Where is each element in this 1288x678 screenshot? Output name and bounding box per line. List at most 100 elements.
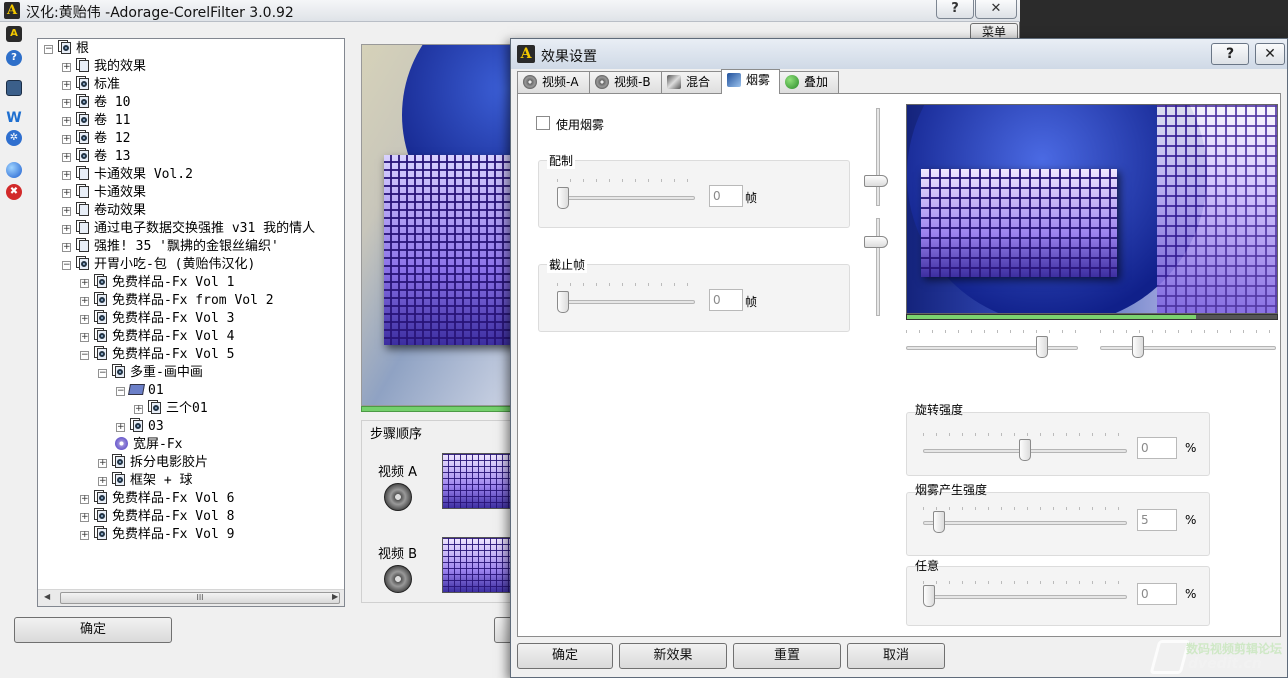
- expand-icon[interactable]: +: [62, 153, 71, 162]
- expand-icon[interactable]: +: [62, 81, 71, 90]
- dialog-help-button[interactable]: ?: [1211, 43, 1249, 65]
- tab-mix[interactable]: 混合: [661, 71, 722, 93]
- random-slider-thumb[interactable]: [923, 585, 935, 607]
- tree-item[interactable]: − 01: [116, 382, 164, 400]
- config-value-field[interactable]: 0: [709, 185, 743, 207]
- smoke-strength-slider-thumb[interactable]: [932, 511, 945, 533]
- tree-item[interactable]: − 开胃小吃-包 (黄贻伟汉化): [62, 256, 255, 274]
- expand-icon[interactable]: +: [80, 495, 89, 504]
- expand-icon[interactable]: +: [80, 279, 89, 288]
- expand-icon[interactable]: +: [80, 315, 89, 324]
- expand-icon[interactable]: +: [98, 477, 107, 486]
- rotation-value-field[interactable]: 0: [1137, 437, 1177, 459]
- tree-item[interactable]: + 免费样品-Fx Vol 1: [80, 274, 234, 292]
- tree-item[interactable]: + 卷动效果: [62, 202, 146, 220]
- expand-icon[interactable]: +: [62, 207, 71, 216]
- collapse-icon[interactable]: −: [80, 351, 89, 360]
- collapse-icon[interactable]: −: [116, 387, 125, 396]
- dialog-ok-button[interactable]: 确定: [517, 643, 613, 669]
- preview-slider-right-thumb[interactable]: [1132, 336, 1144, 358]
- expand-icon[interactable]: +: [116, 423, 125, 432]
- expand-icon[interactable]: +: [62, 243, 71, 252]
- reset-button[interactable]: 重置: [733, 643, 841, 669]
- tree-item[interactable]: + 卷 13: [62, 148, 130, 166]
- tree-item[interactable]: + 标准: [62, 76, 120, 94]
- random-value-field[interactable]: 0: [1137, 583, 1177, 605]
- help-icon[interactable]: ?: [6, 50, 22, 66]
- tree-item[interactable]: + 我的效果: [62, 58, 146, 76]
- tree-item[interactable]: + 通过电子数据交换强推 v31 我的情人: [62, 220, 315, 238]
- rotation-slider-thumb[interactable]: [1019, 439, 1031, 461]
- expand-icon[interactable]: +: [62, 189, 71, 198]
- main-help-button[interactable]: ?: [936, 0, 974, 19]
- random-slider-track[interactable]: [923, 595, 1127, 599]
- expand-icon[interactable]: +: [80, 333, 89, 342]
- cutoff-slider-thumb[interactable]: [557, 291, 569, 313]
- tree-item[interactable]: + 拆分电影胶片: [98, 454, 208, 472]
- expand-icon[interactable]: +: [98, 459, 107, 468]
- app-icon[interactable]: A: [6, 26, 22, 42]
- expand-icon[interactable]: +: [62, 171, 71, 180]
- use-smoke-checkbox[interactable]: [536, 116, 550, 130]
- vertical-slider-top-track[interactable]: [876, 108, 880, 206]
- scroll-left-icon[interactable]: ◀: [44, 592, 50, 601]
- vertical-slider-bottom-thumb[interactable]: [864, 236, 888, 248]
- tree-item[interactable]: − 多重-画中画: [98, 364, 203, 382]
- preview-slider-left-track[interactable]: [906, 346, 1078, 350]
- cutoff-value-field[interactable]: 0: [709, 289, 743, 311]
- new-effect-button[interactable]: 新效果: [619, 643, 727, 669]
- config-slider-track[interactable]: [557, 196, 695, 200]
- expand-icon[interactable]: +: [62, 135, 71, 144]
- cancel-button[interactable]: 取消: [847, 643, 945, 669]
- tree-item[interactable]: +03: [116, 418, 164, 436]
- tree-item[interactable]: + 卷 12: [62, 130, 130, 148]
- smoke-strength-slider-track[interactable]: [923, 521, 1127, 525]
- tree-item[interactable]: + 框架 + 球: [98, 472, 192, 490]
- tree-item[interactable]: 宽屏-Fx: [98, 436, 182, 454]
- expand-icon[interactable]: +: [80, 531, 89, 540]
- monitor-icon[interactable]: [6, 80, 22, 96]
- tab-smoke[interactable]: 烟雾: [721, 69, 780, 94]
- tree-item[interactable]: + 卡通效果 Vol.2: [62, 166, 193, 184]
- tree-item[interactable]: + 强推! 35 '飘拂的金银丝编织': [62, 238, 279, 256]
- tree-item[interactable]: + 卡通效果: [62, 184, 146, 202]
- scroll-right-icon[interactable]: ▶: [332, 592, 338, 601]
- scroll-thumb[interactable]: III: [60, 592, 340, 604]
- tree-item[interactable]: + 卷 11: [62, 112, 130, 130]
- expand-icon[interactable]: +: [62, 225, 71, 234]
- effects-tree[interactable]: − 根 + 我的效果 + 标准 + 卷 10 + 卷 11 + 卷 12 + 卷 13 + 卡通效果 Vol…: [37, 38, 345, 607]
- tree-horizontal-scrollbar[interactable]: ◀ III ▶: [38, 589, 344, 606]
- tree-item[interactable]: + 免费样品-Fx Vol 9: [80, 526, 234, 544]
- tree-item[interactable]: + 卷 10: [62, 94, 130, 112]
- expand-icon[interactable]: +: [80, 513, 89, 522]
- collapse-icon[interactable]: −: [44, 45, 53, 54]
- tree-item[interactable]: + 免费样品-Fx from Vol 2: [80, 292, 274, 310]
- tree-item[interactable]: + 三个01: [134, 400, 208, 418]
- main-ok-button[interactable]: 确定: [14, 617, 172, 643]
- vertical-slider-bottom-track[interactable]: [876, 218, 880, 316]
- dialog-close-button[interactable]: ✕: [1255, 43, 1285, 65]
- config-slider-thumb[interactable]: [557, 187, 569, 209]
- globe-icon[interactable]: [6, 162, 22, 178]
- main-close-button[interactable]: ✕: [975, 0, 1017, 19]
- expand-icon[interactable]: +: [62, 117, 71, 126]
- expand-icon[interactable]: +: [62, 99, 71, 108]
- tree-root[interactable]: − 根: [44, 40, 89, 58]
- tree-item[interactable]: + 免费样品-Fx Vol 6: [80, 490, 234, 508]
- tree-item[interactable]: + 免费样品-Fx Vol 4: [80, 328, 234, 346]
- gear-icon[interactable]: ✲: [6, 130, 22, 146]
- tab-overlay[interactable]: 叠加: [779, 71, 839, 93]
- tree-item[interactable]: − 免费样品-Fx Vol 5: [80, 346, 234, 364]
- preview-slider-right-track[interactable]: [1100, 346, 1276, 350]
- expand-icon[interactable]: +: [62, 63, 71, 72]
- tab-video-b[interactable]: 视频-B: [589, 71, 662, 93]
- cutoff-slider-track[interactable]: [557, 300, 695, 304]
- vertical-slider-top-thumb[interactable]: [864, 175, 888, 187]
- expand-icon[interactable]: +: [80, 297, 89, 306]
- collapse-icon[interactable]: −: [62, 261, 71, 270]
- tree-item[interactable]: + 免费样品-Fx Vol 3: [80, 310, 234, 328]
- blue-w-icon[interactable]: W: [6, 110, 22, 126]
- collapse-icon[interactable]: −: [98, 369, 107, 378]
- smoke-strength-value-field[interactable]: 5: [1137, 509, 1177, 531]
- delete-icon[interactable]: ✖: [6, 184, 22, 200]
